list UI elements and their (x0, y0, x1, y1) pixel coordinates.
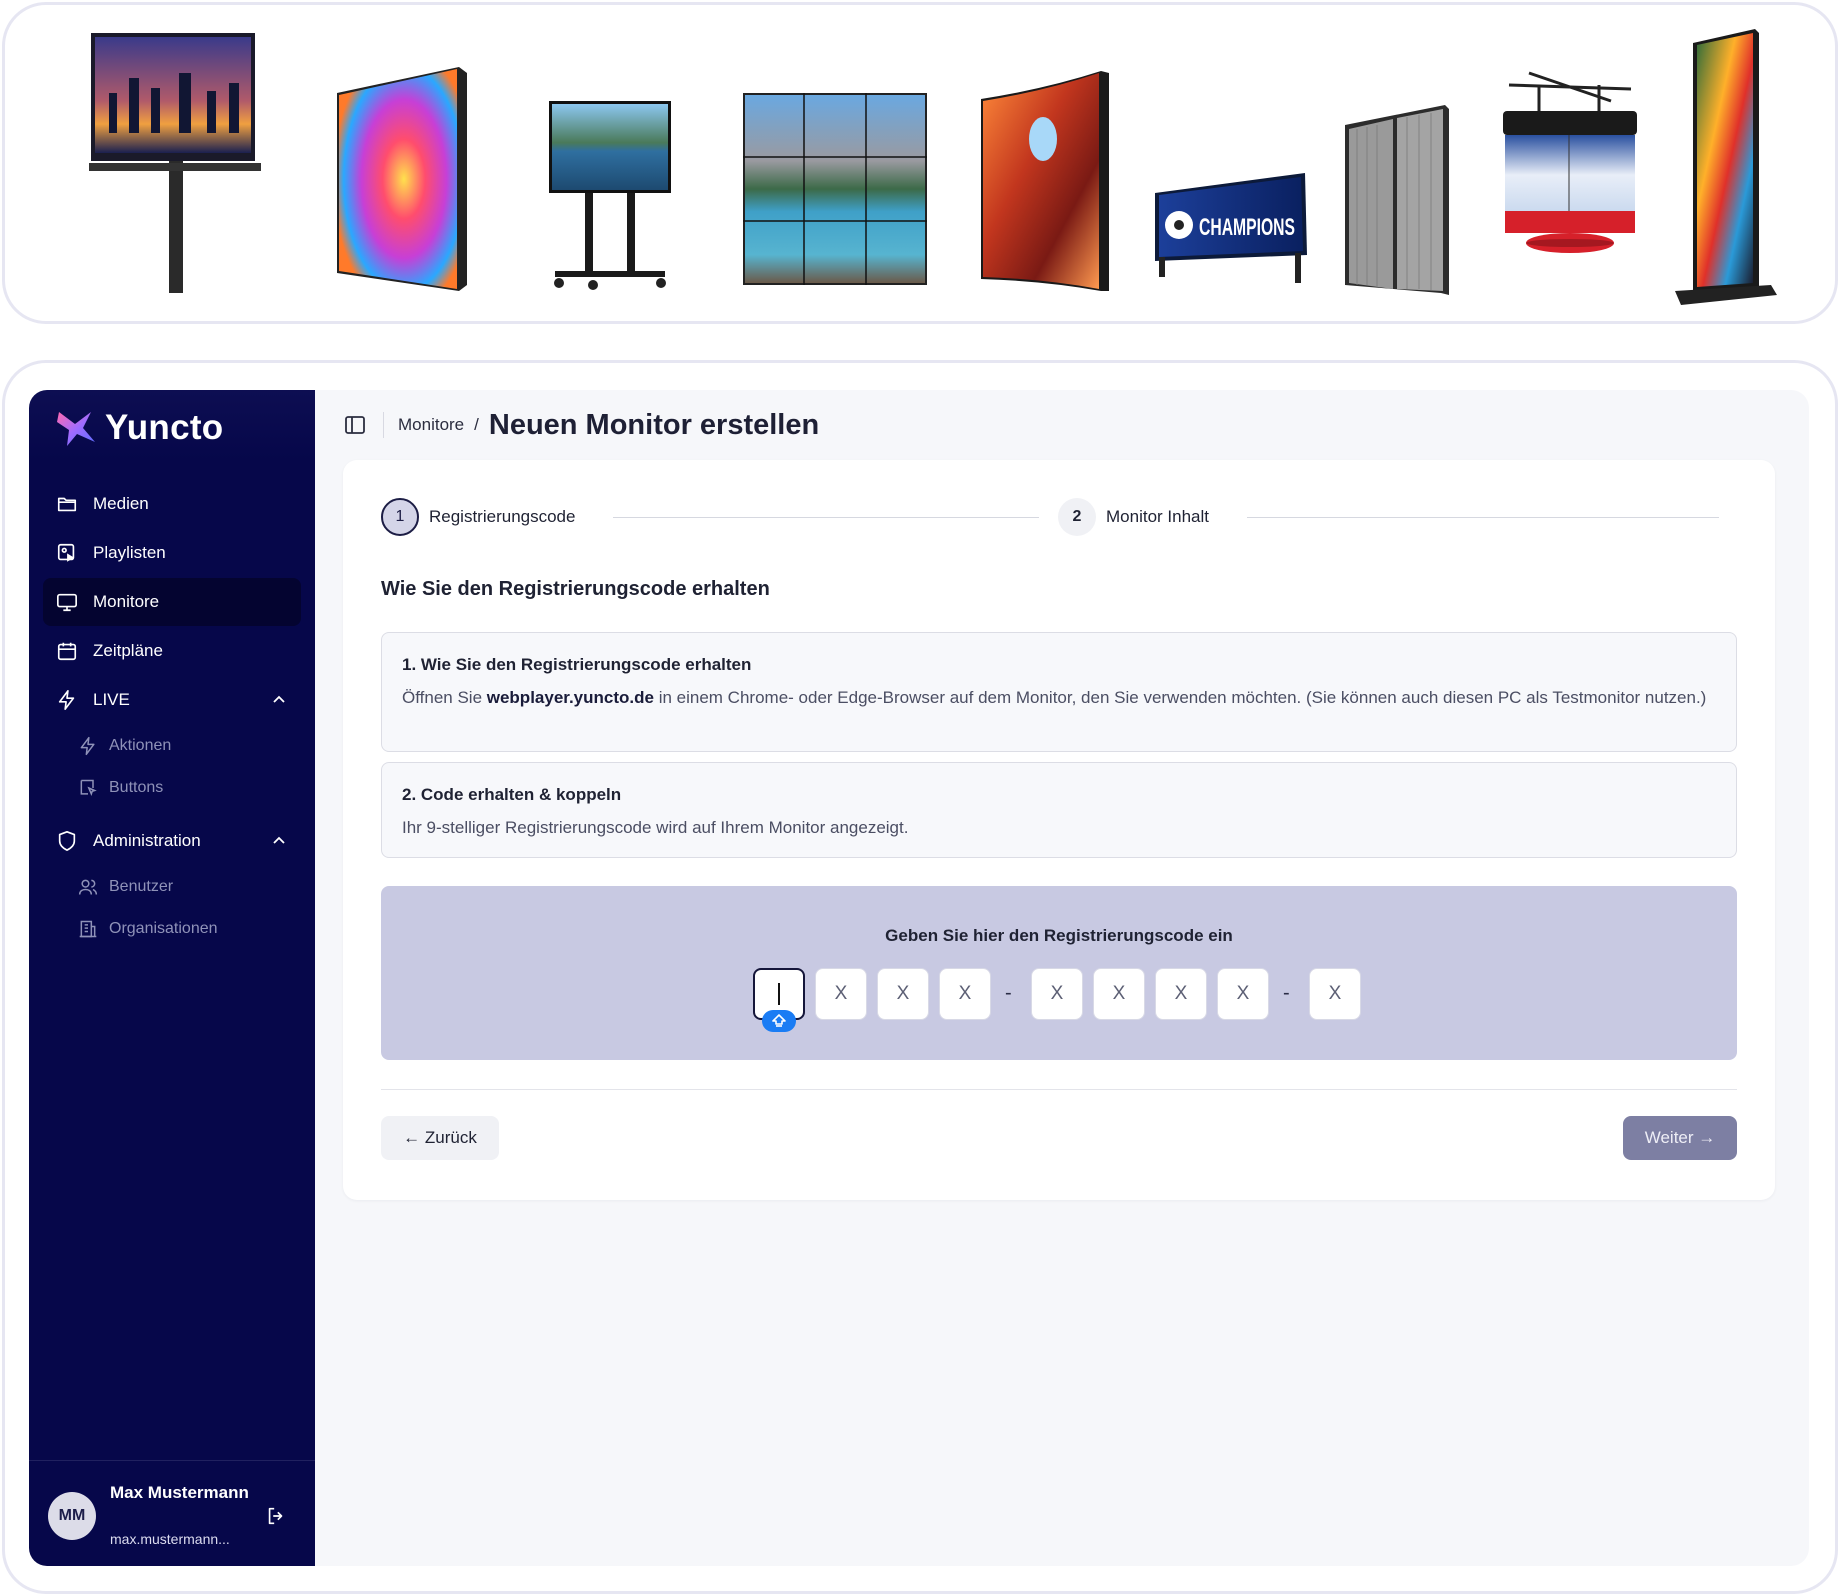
users-icon (77, 876, 99, 898)
sidebar-item-playlisten[interactable]: Playlisten (43, 529, 301, 577)
lightning-icon (77, 735, 99, 757)
brand-name: Yuncto (105, 408, 224, 447)
breadcrumb-separator: / (474, 415, 479, 434)
brand-logo[interactable]: Yuncto (55, 408, 223, 448)
instruction-step-1: 1. Wie Sie den Registrierungscode erhalt… (381, 632, 1737, 752)
chevron-up-icon[interactable] (271, 692, 287, 708)
lightning-icon (55, 688, 79, 712)
champions-text: CHAMPIONS (1199, 214, 1295, 241)
monitor-icon (55, 590, 79, 614)
sidebar-subitem-buttons[interactable]: Buttons (43, 767, 301, 809)
sidebar-subitem-label: Organisationen (109, 920, 218, 937)
code-cell-4[interactable]: X (939, 968, 991, 1020)
footer-divider (381, 1089, 1737, 1090)
sidebar-subitem-benutzer[interactable]: Benutzer (43, 866, 301, 908)
sidebar-nav: Medien Playlisten Monitore Zeitpläne LIV… (43, 480, 301, 950)
sidebar-subitem-organisationen[interactable]: Organisationen (43, 908, 301, 950)
stepper: 1 Registrierungscode 2 Monitor Inhalt (381, 498, 1721, 538)
breadcrumb-monitore[interactable]: Monitore (398, 415, 464, 435)
billboard-image (89, 33, 261, 293)
instruction-1-text: Öffnen Sie webplayer.yuncto.de in einem … (402, 685, 1716, 710)
back-button[interactable]: ← Zurück (381, 1116, 499, 1160)
tv-stand-image (545, 101, 675, 293)
sidebar-subitem-aktionen[interactable]: Aktionen (43, 725, 301, 767)
code-cell-3[interactable]: X (877, 968, 929, 1020)
page-title: Neuen Monitor erstellen (488, 408, 820, 441)
sidebar-item-label: Zeitpläne (93, 641, 163, 660)
code-separator: - (1005, 982, 1012, 1004)
logout-icon[interactable] (265, 1505, 287, 1527)
code-separator: - (1283, 982, 1290, 1004)
folder-icon (55, 492, 79, 516)
stadium-banner-image: CHAMPIONS (1155, 169, 1309, 291)
code-cell-7[interactable]: X (1155, 968, 1207, 1020)
sidebar-item-label: Medien (93, 494, 149, 513)
step-connector (1247, 517, 1719, 518)
sidebar-item-label: Playlisten (93, 543, 166, 562)
sidebar-toggle-icon[interactable] (343, 413, 367, 437)
instruction-2-text: Ihr 9-stelliger Registrierungscode wird … (402, 818, 909, 837)
sidebar-item-live[interactable]: LIVE (43, 676, 301, 724)
step-2-label: Monitor Inhalt (1106, 507, 1209, 526)
section-title: Wie Sie den Registrierungscode erhalten (381, 578, 770, 600)
sidebar-subitem-label: Buttons (109, 779, 164, 796)
led-cabinet-image (333, 67, 469, 291)
instruction-1-text-a: Öffnen Sie (402, 688, 487, 707)
step-2-indicator: 2 (1058, 498, 1096, 536)
video-wall-image (743, 93, 927, 285)
next-button[interactable]: Weiter → (1623, 1116, 1737, 1160)
sidebar-subitem-label: Aktionen (109, 737, 172, 754)
code-cell-2[interactable]: X (815, 968, 867, 1020)
code-input-group: X X X - X X X X - X (381, 968, 1737, 1032)
sidebar-subitem-label: Benutzer (109, 878, 174, 895)
code-cell-9[interactable]: X (1309, 968, 1361, 1020)
sidebar: Yuncto Medien Playlisten Monitore Zeitpl… (29, 390, 315, 1566)
hanging-cube-image (1499, 67, 1641, 261)
yuncto-logo-icon (57, 412, 95, 446)
sidebar-item-zeitplaene[interactable]: Zeitpläne (43, 627, 301, 675)
avatar[interactable]: MM (48, 1492, 96, 1540)
registration-code-panel: Geben Sie hier den Registrierungscode ei… (381, 886, 1737, 1060)
curved-led-image (979, 69, 1111, 293)
led-totem-image (1675, 29, 1777, 309)
transparent-led-image (1345, 105, 1451, 295)
step-1-indicator: 1 (381, 498, 419, 536)
user-profile: MM Max Mustermann max.mustermann... (29, 1460, 315, 1566)
shield-icon (55, 829, 79, 853)
user-email: max.mustermann... (110, 1531, 230, 1547)
keyboard-shift-icon (762, 1010, 796, 1032)
app-window: Yuncto Medien Playlisten Monitore Zeitpl… (29, 390, 1809, 1566)
chevron-up-icon[interactable] (271, 833, 287, 849)
step-1-label: Registrierungscode (429, 507, 576, 526)
sidebar-item-label: LIVE (93, 690, 130, 709)
user-name: Max Mustermann (110, 1483, 249, 1502)
product-gallery: CHAMPIONS (2, 2, 1838, 324)
code-input-title: Geben Sie hier den Registrierungscode ei… (885, 926, 1233, 945)
create-monitor-card: 1 Registrierungscode 2 Monitor Inhalt Wi… (343, 460, 1775, 1200)
calendar-icon (55, 639, 79, 663)
text-caret (778, 983, 780, 1005)
sidebar-item-medien[interactable]: Medien (43, 480, 301, 528)
webplayer-link[interactable]: webplayer.yuncto.de (487, 688, 654, 707)
code-cell-8[interactable]: X (1217, 968, 1269, 1020)
pointer-icon (77, 777, 99, 799)
playlist-icon (55, 541, 79, 565)
sidebar-item-label: Monitore (93, 592, 160, 611)
instruction-2-title: 2. Code erhalten & koppeln (402, 785, 622, 804)
step-connector (613, 517, 1039, 518)
sidebar-item-monitore[interactable]: Monitore (43, 578, 301, 626)
page-header: Monitore / Neuen Monitor erstellen (315, 390, 1809, 460)
instruction-1-text-b: in einem Chrome- oder Edge-Browser auf d… (653, 688, 1707, 707)
sidebar-item-label: Administration (93, 831, 201, 850)
instruction-1-title: 1. Wie Sie den Registrierungscode erhalt… (402, 655, 752, 674)
header-separator (383, 412, 384, 438)
sidebar-item-administration[interactable]: Administration (43, 817, 301, 865)
building-icon (77, 918, 99, 940)
instruction-step-2: 2. Code erhalten & koppeln Ihr 9-stellig… (381, 762, 1737, 858)
code-cell-5[interactable]: X (1031, 968, 1083, 1020)
code-cell-6[interactable]: X (1093, 968, 1145, 1020)
